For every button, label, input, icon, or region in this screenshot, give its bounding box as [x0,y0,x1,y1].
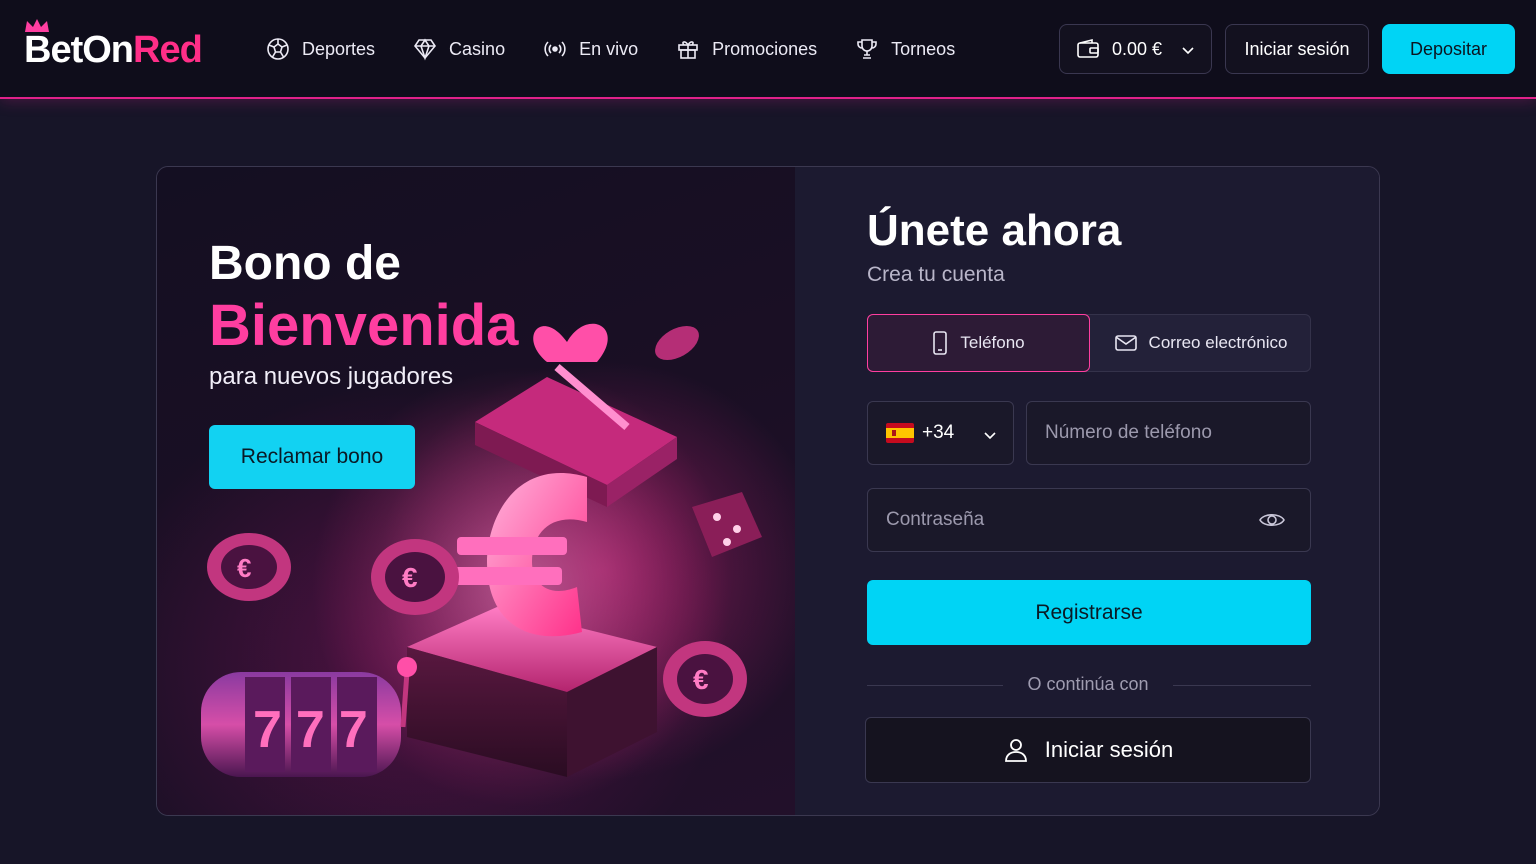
password-input[interactable] [886,509,1246,531]
nav-label-deportes: Deportes [302,38,376,59]
promo-title-line2: Bienvenida [209,293,519,358]
wallet-icon [1077,38,1099,58]
register-button[interactable]: Registrarse [867,580,1311,645]
slot-machine-digits: 777 [253,701,382,759]
nav-label-casino: Casino [449,38,506,59]
brand-name-white: BetOn [24,29,134,71]
claim-bonus-button[interactable]: Reclamar bono [209,425,415,489]
nav-item-casino[interactable]: Casino [413,28,505,70]
alt-login-button[interactable]: Iniciar sesión [865,717,1311,783]
brand-name-red: Red [133,29,203,71]
tab-phone[interactable]: Teléfono [867,314,1090,372]
brand-wordmark: BetOnRed [24,26,203,74]
promo-subtitle: para nuevos jugadores [209,363,454,390]
divider-line [867,685,1003,686]
phone-icon [933,331,948,355]
signup-subtitle: Crea tu cuenta [867,263,1005,286]
tab-email-label: Correo electrónico [1148,333,1288,352]
nav-label-promociones: Promociones [712,38,818,59]
promo-panel: € € € 777 Bono de Bienvenida para nuevos… [157,167,795,815]
casino-chip-icon [655,325,699,361]
gift-icon [678,41,698,59]
nav-label-en-vivo: En vivo [579,38,639,59]
nav-item-torneos[interactable]: Torneos [855,28,955,70]
header-login-button[interactable]: Iniciar sesión [1225,24,1369,74]
deposit-button[interactable]: Depositar [1382,24,1515,74]
alt-login-label: Iniciar sesión [1044,737,1174,762]
eye-icon[interactable] [1258,510,1286,530]
tab-phone-label: Teléfono [960,333,1025,352]
casino-chip-icon: € [207,533,291,601]
live-broadcast-icon [544,41,566,57]
spain-flag-icon [886,423,914,443]
diamond-icon [414,38,437,61]
nav-label-torneos: Torneos [891,38,956,59]
signup-form: Únete ahora Crea tu cuenta Teléfono Corr… [795,167,1379,815]
divider-line [1173,685,1311,686]
svg-text:€: € [402,562,418,593]
phone-input[interactable] [1045,422,1310,444]
signup-method-tabs: Teléfono Correo electrónico [867,314,1311,372]
country-code-select[interactable]: +34 [867,401,1014,465]
soccer-ball-icon [267,38,289,60]
phone-field[interactable] [1026,401,1311,465]
wallet-balance-dropdown[interactable]: 0.00 € [1059,24,1212,74]
svg-text:€: € [693,664,709,695]
password-field[interactable] [867,488,1311,552]
svg-text:€: € [237,553,251,583]
nav-item-en-vivo[interactable]: En vivo [543,28,638,70]
divider-text: O continúa con [1027,674,1149,694]
nav-item-promociones[interactable]: Promociones [676,28,817,70]
mail-icon [1114,335,1137,351]
trophy-icon [857,39,877,59]
casino-chip-icon: € [663,641,747,717]
wallet-balance: 0.00 € [1112,38,1163,59]
brand-logo[interactable]: BetOnRed [24,18,214,74]
chevron-down-icon [984,432,996,440]
tab-email[interactable]: Correo electrónico [1090,314,1312,372]
chevron-down-icon [1182,47,1194,55]
promo-title-line1: Bono de [209,237,401,290]
nav-item-deportes[interactable]: Deportes [266,28,375,70]
country-code-value: +34 [922,422,955,443]
signup-title: Únete ahora [867,206,1122,255]
user-icon [1004,739,1027,762]
casino-chip-icon: € [371,539,459,615]
main-nav: Deportes Casino En vivo Promociones Torn… [266,28,993,70]
top-header: BetOnRed Deportes Casino En vivo Promoci… [0,0,1536,99]
welcome-card: € € € 777 Bono de Bienvenida para nuevos… [156,166,1380,816]
